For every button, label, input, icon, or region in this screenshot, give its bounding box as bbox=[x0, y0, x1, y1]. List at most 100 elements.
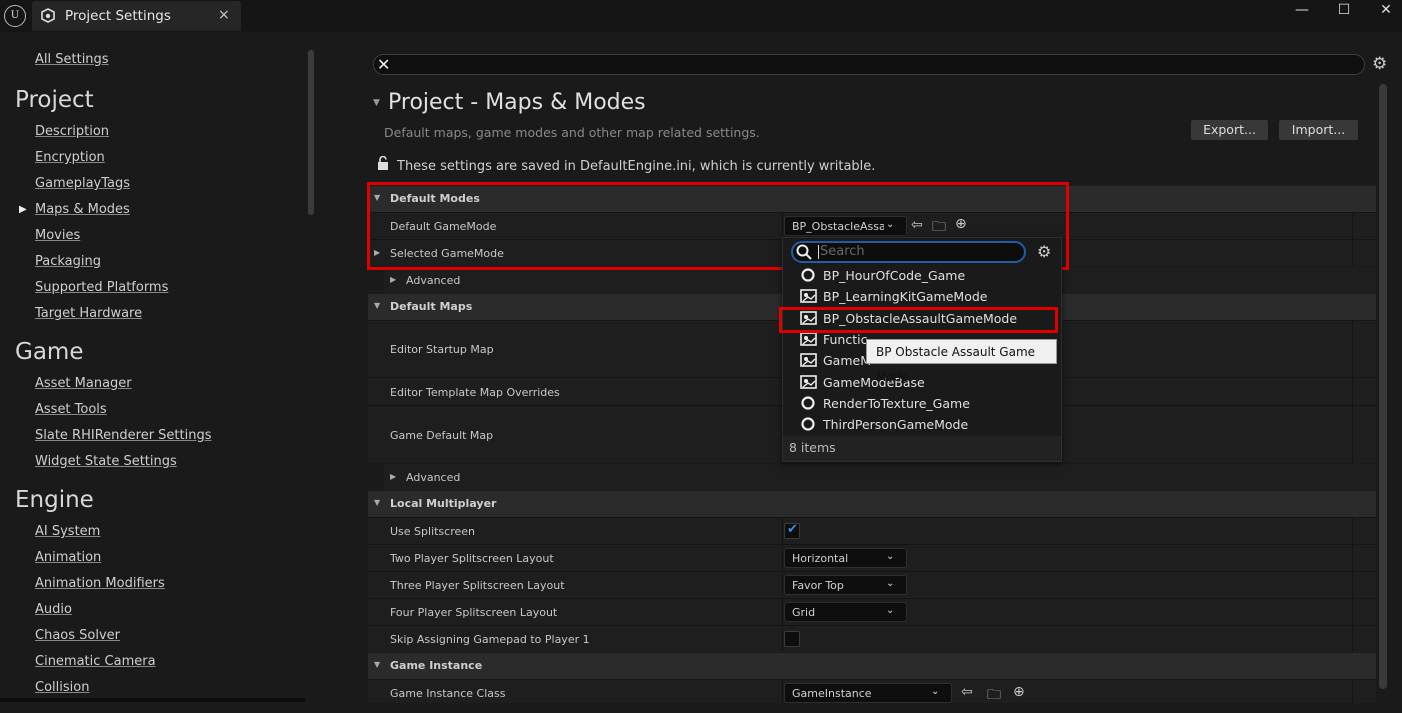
use-selected-icon[interactable]: ⇦ bbox=[911, 217, 923, 233]
property-label: Game Default Map bbox=[390, 429, 494, 442]
dropdown-item-rendertotexture[interactable]: RenderToTexture_Game bbox=[800, 396, 970, 411]
import-button[interactable]: Import... bbox=[1279, 120, 1358, 140]
blueprint-icon bbox=[800, 311, 817, 325]
category-game-instance[interactable]: ▼ Game Instance bbox=[368, 653, 1376, 679]
default-gamemode-combo[interactable]: BP_ObstacleAssau ⌄ bbox=[784, 216, 907, 236]
clear-search-icon[interactable]: ✕ bbox=[377, 55, 390, 74]
sidebar-splitter[interactable] bbox=[343, 32, 368, 713]
property-label: Game Instance Class bbox=[390, 687, 506, 700]
sidebar-item-chaos-solver[interactable]: Chaos Solver bbox=[35, 628, 120, 643]
dropdown-item-learningkit[interactable]: BP_LearningKitGameMode bbox=[800, 289, 987, 304]
sidebar-item-animation[interactable]: Animation bbox=[35, 550, 101, 565]
gear-icon[interactable]: ⚙ bbox=[1037, 242, 1051, 261]
collapse-triangle-icon[interactable]: ▼ bbox=[373, 98, 380, 108]
chevron-down-icon: ⌄ bbox=[886, 578, 895, 589]
game-instance-class-combo[interactable]: GameInstance ⌄ bbox=[784, 683, 952, 703]
sidebar-item-movies[interactable]: Movies bbox=[35, 228, 80, 243]
property-label: Editor Startup Map bbox=[390, 343, 494, 356]
property-label: Default GameMode bbox=[390, 220, 497, 233]
collapse-triangle-icon: ▼ bbox=[374, 301, 381, 310]
export-button[interactable]: Export... bbox=[1191, 120, 1268, 140]
dropdown-item-hourofcode[interactable]: BP_HourOfCode_Game bbox=[800, 268, 965, 283]
main-scrollbar[interactable] bbox=[1379, 84, 1387, 689]
config-status: These settings are saved in DefaultEngin… bbox=[377, 156, 875, 174]
browse-folder-icon[interactable]: 🗀 bbox=[987, 684, 1001, 708]
use-selected-icon[interactable]: ⇦ bbox=[961, 684, 973, 700]
use-splitscreen-checkbox[interactable]: ✔ bbox=[784, 522, 800, 539]
sidebar-item-packaging[interactable]: Packaging bbox=[35, 254, 101, 269]
add-icon[interactable]: ⊕ bbox=[1013, 684, 1025, 700]
add-icon[interactable]: ⊕ bbox=[955, 216, 967, 232]
category-label: Default Modes bbox=[390, 192, 480, 205]
sidebar-heading-project: Project bbox=[15, 87, 94, 113]
three-player-layout-combo[interactable]: Favor Top ⌄ bbox=[784, 575, 907, 595]
chevron-down-icon: ⌄ bbox=[931, 686, 940, 697]
tab-title: Project Settings bbox=[65, 8, 171, 24]
sidebar-item-collision[interactable]: Collision bbox=[35, 680, 89, 695]
category-default-modes[interactable]: ▼ Default Modes bbox=[368, 186, 1376, 212]
sidebar-horizontal-scrollbar[interactable] bbox=[0, 698, 305, 702]
sidebar-item-asset-tools[interactable]: Asset Tools bbox=[35, 402, 107, 417]
property-label: Skip Assigning Gamepad to Player 1 bbox=[390, 633, 590, 646]
dropdown-item-obstacleassault[interactable]: BP_ObstacleAssaultGameMode bbox=[800, 311, 1017, 326]
sidebar-item-target-hardware[interactable]: Target Hardware bbox=[35, 306, 142, 321]
blueprint-icon bbox=[800, 289, 817, 303]
row-skip-gamepad: Skip Assigning Gamepad to Player 1 bbox=[368, 625, 1376, 652]
checkmark-icon: ✔ bbox=[787, 522, 798, 537]
category-local-multiplayer[interactable]: ▼ Local Multiplayer bbox=[368, 491, 1376, 517]
sidebar-item-asset-manager[interactable]: Asset Manager bbox=[35, 376, 132, 391]
maximize-button[interactable]: ☐ bbox=[1329, 2, 1359, 24]
gear-icon[interactable]: ⚙ bbox=[1372, 54, 1387, 74]
minimize-button[interactable]: — bbox=[1287, 2, 1317, 24]
sidebar-item-all-settings[interactable]: All Settings bbox=[35, 52, 109, 67]
four-player-layout-combo[interactable]: Grid ⌄ bbox=[784, 602, 907, 622]
sidebar-item-ai-system[interactable]: AI System bbox=[35, 524, 100, 539]
sidebar-item-encryption[interactable]: Encryption bbox=[35, 150, 105, 165]
property-label: Editor Template Map Overrides bbox=[390, 386, 560, 399]
unreal-logo-icon[interactable]: U bbox=[4, 5, 26, 27]
settings-search-input[interactable] bbox=[373, 54, 1365, 75]
sidebar-item-supported-platforms[interactable]: Supported Platforms bbox=[35, 280, 168, 295]
page-title: Project - Maps & Modes bbox=[388, 90, 646, 115]
skip-gamepad-checkbox[interactable] bbox=[784, 631, 800, 647]
page-description: Default maps, game modes and other map r… bbox=[384, 125, 760, 140]
blueprint-icon bbox=[800, 375, 817, 389]
combo-value: BP_ObstacleAssau bbox=[792, 220, 884, 233]
sidebar-item-maps-modes[interactable]: Maps & Modes bbox=[35, 202, 130, 217]
expand-triangle-icon: ▶ bbox=[390, 472, 397, 481]
collapse-triangle-icon: ▼ bbox=[374, 660, 381, 669]
combo-value: Grid bbox=[792, 606, 816, 619]
chevron-down-icon: ⌄ bbox=[886, 219, 895, 230]
combo-value: GameInstance bbox=[792, 687, 872, 700]
sidebar-item-cinematic-camera[interactable]: Cinematic Camera bbox=[35, 654, 156, 669]
tab-close-icon[interactable]: × bbox=[218, 7, 230, 23]
sidebar-scrollbar[interactable] bbox=[308, 50, 314, 215]
sidebar-item-gameplaytags[interactable]: GameplayTags bbox=[35, 176, 130, 191]
collapse-triangle-icon: ▼ bbox=[374, 193, 381, 202]
combo-value: Horizontal bbox=[792, 552, 849, 565]
sidebar-item-description[interactable]: Description bbox=[35, 124, 109, 139]
chevron-down-icon: ⌄ bbox=[886, 551, 895, 562]
selected-arrow-icon: ▶ bbox=[19, 204, 27, 215]
property-label: Three Player Splitscreen Layout bbox=[390, 579, 565, 592]
sidebar-item-widget-state[interactable]: Widget State Settings bbox=[35, 454, 177, 469]
dropdown-item-functic[interactable]: Functic bbox=[800, 332, 867, 347]
sidebar-item-animation-modifiers[interactable]: Animation Modifiers bbox=[35, 576, 165, 591]
settings-cube-icon bbox=[41, 8, 55, 23]
tab-project-settings[interactable]: Project Settings × bbox=[32, 1, 241, 31]
dropdown-item-gamem[interactable]: GameM bbox=[800, 353, 871, 368]
sidebar-heading-game: Game bbox=[15, 339, 84, 365]
property-label: Use Splitscreen bbox=[390, 525, 476, 538]
row-advanced-maps[interactable]: ▶ Advanced bbox=[384, 464, 1376, 491]
title-bar: U Project Settings × — ☐ ✕ bbox=[0, 0, 1402, 32]
row-use-splitscreen: Use Splitscreen bbox=[368, 517, 1376, 544]
sidebar-item-slate-rhirenderer[interactable]: Slate RHIRenderer Settings bbox=[35, 428, 212, 443]
dropdown-item-thirdperson[interactable]: ThirdPersonGameMode bbox=[800, 417, 968, 432]
tooltip: BP Obstacle Assault Game Mode bbox=[866, 339, 1057, 384]
combo-value: Favor Top bbox=[792, 579, 844, 592]
two-player-layout-combo[interactable]: Horizontal ⌄ bbox=[784, 548, 907, 568]
expand-triangle-icon: ▶ bbox=[390, 275, 397, 284]
property-label: Selected GameMode bbox=[390, 247, 504, 260]
close-window-button[interactable]: ✕ bbox=[1371, 2, 1401, 24]
sidebar-item-audio[interactable]: Audio bbox=[35, 602, 72, 617]
